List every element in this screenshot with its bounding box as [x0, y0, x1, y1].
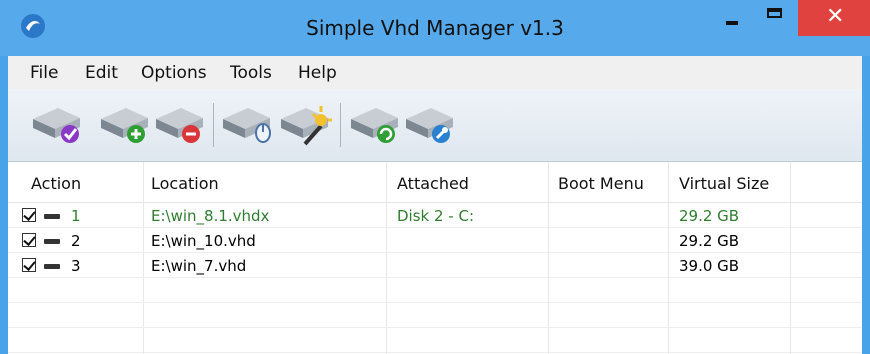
row-location: E:\win_10.vhd [151, 232, 256, 250]
row-checkbox[interactable] [22, 258, 36, 272]
menu-help[interactable]: Help [298, 63, 337, 83]
row-location: E:\win_8.1.vhdx [151, 207, 270, 225]
table-row[interactable]: 2 E:\win_10.vhd 29.2 GB [8, 228, 862, 253]
drive-check-icon[interactable] [30, 102, 84, 146]
app-window: Simple Vhd Manager v1.3 ✕ File Edit Opti… [0, 0, 870, 354]
table-row[interactable]: 3 E:\win_7.vhd 39.0 GB [8, 253, 862, 278]
column-action[interactable]: Action [31, 174, 81, 193]
toolbar-separator [340, 103, 341, 147]
toolbar [8, 89, 862, 162]
column-boot-menu[interactable]: Boot Menu [558, 174, 644, 193]
row-id: 3 [71, 257, 81, 275]
column-location[interactable]: Location [151, 174, 219, 193]
drive-settings-icon[interactable] [403, 102, 457, 146]
empty-row [8, 303, 862, 328]
drive-refresh-icon[interactable] [348, 102, 402, 146]
column-attached[interactable]: Attached [397, 174, 469, 193]
table-header: Action Location Attached Boot Menu Virtu… [8, 162, 862, 203]
row-id: 1 [71, 207, 81, 225]
title-bar[interactable]: Simple Vhd Manager v1.3 ✕ [0, 0, 870, 56]
drive-mouse-icon[interactable] [220, 102, 274, 146]
table-row[interactable]: 1 E:\win_8.1.vhdx Disk 2 - C: 29.2 GB [8, 203, 862, 228]
empty-row [8, 328, 862, 353]
row-location: E:\win_7.vhd [151, 257, 247, 275]
vhd-table: Action Location Attached Boot Menu Virtu… [8, 162, 862, 354]
row-attached: Disk 2 - C: [397, 207, 475, 225]
column-virtual-size[interactable]: Virtual Size [679, 174, 769, 193]
drive-remove-icon[interactable] [153, 102, 207, 146]
drive-icon [44, 264, 60, 269]
menu-options[interactable]: Options [141, 63, 207, 83]
row-checkbox[interactable] [22, 208, 36, 222]
close-button[interactable]: ✕ [798, 0, 870, 36]
row-checkbox[interactable] [22, 233, 36, 247]
toolbar-separator [213, 103, 214, 147]
drive-icon [44, 239, 60, 244]
row-id: 2 [71, 232, 81, 250]
maximize-button[interactable] [753, 0, 798, 36]
menu-tools[interactable]: Tools [230, 63, 272, 83]
menu-file[interactable]: File [30, 63, 58, 83]
row-virtual-size: 39.0 GB [679, 257, 740, 275]
row-virtual-size: 29.2 GB [679, 232, 740, 250]
drive-wand-icon[interactable] [278, 102, 332, 146]
row-virtual-size: 29.2 GB [679, 207, 740, 225]
drive-icon [44, 214, 60, 219]
menu-bar: File Edit Options Tools Help [8, 56, 862, 89]
drive-add-icon[interactable] [98, 102, 152, 146]
menu-edit[interactable]: Edit [85, 63, 118, 83]
empty-row [8, 278, 862, 303]
close-icon: ✕ [826, 4, 845, 29]
